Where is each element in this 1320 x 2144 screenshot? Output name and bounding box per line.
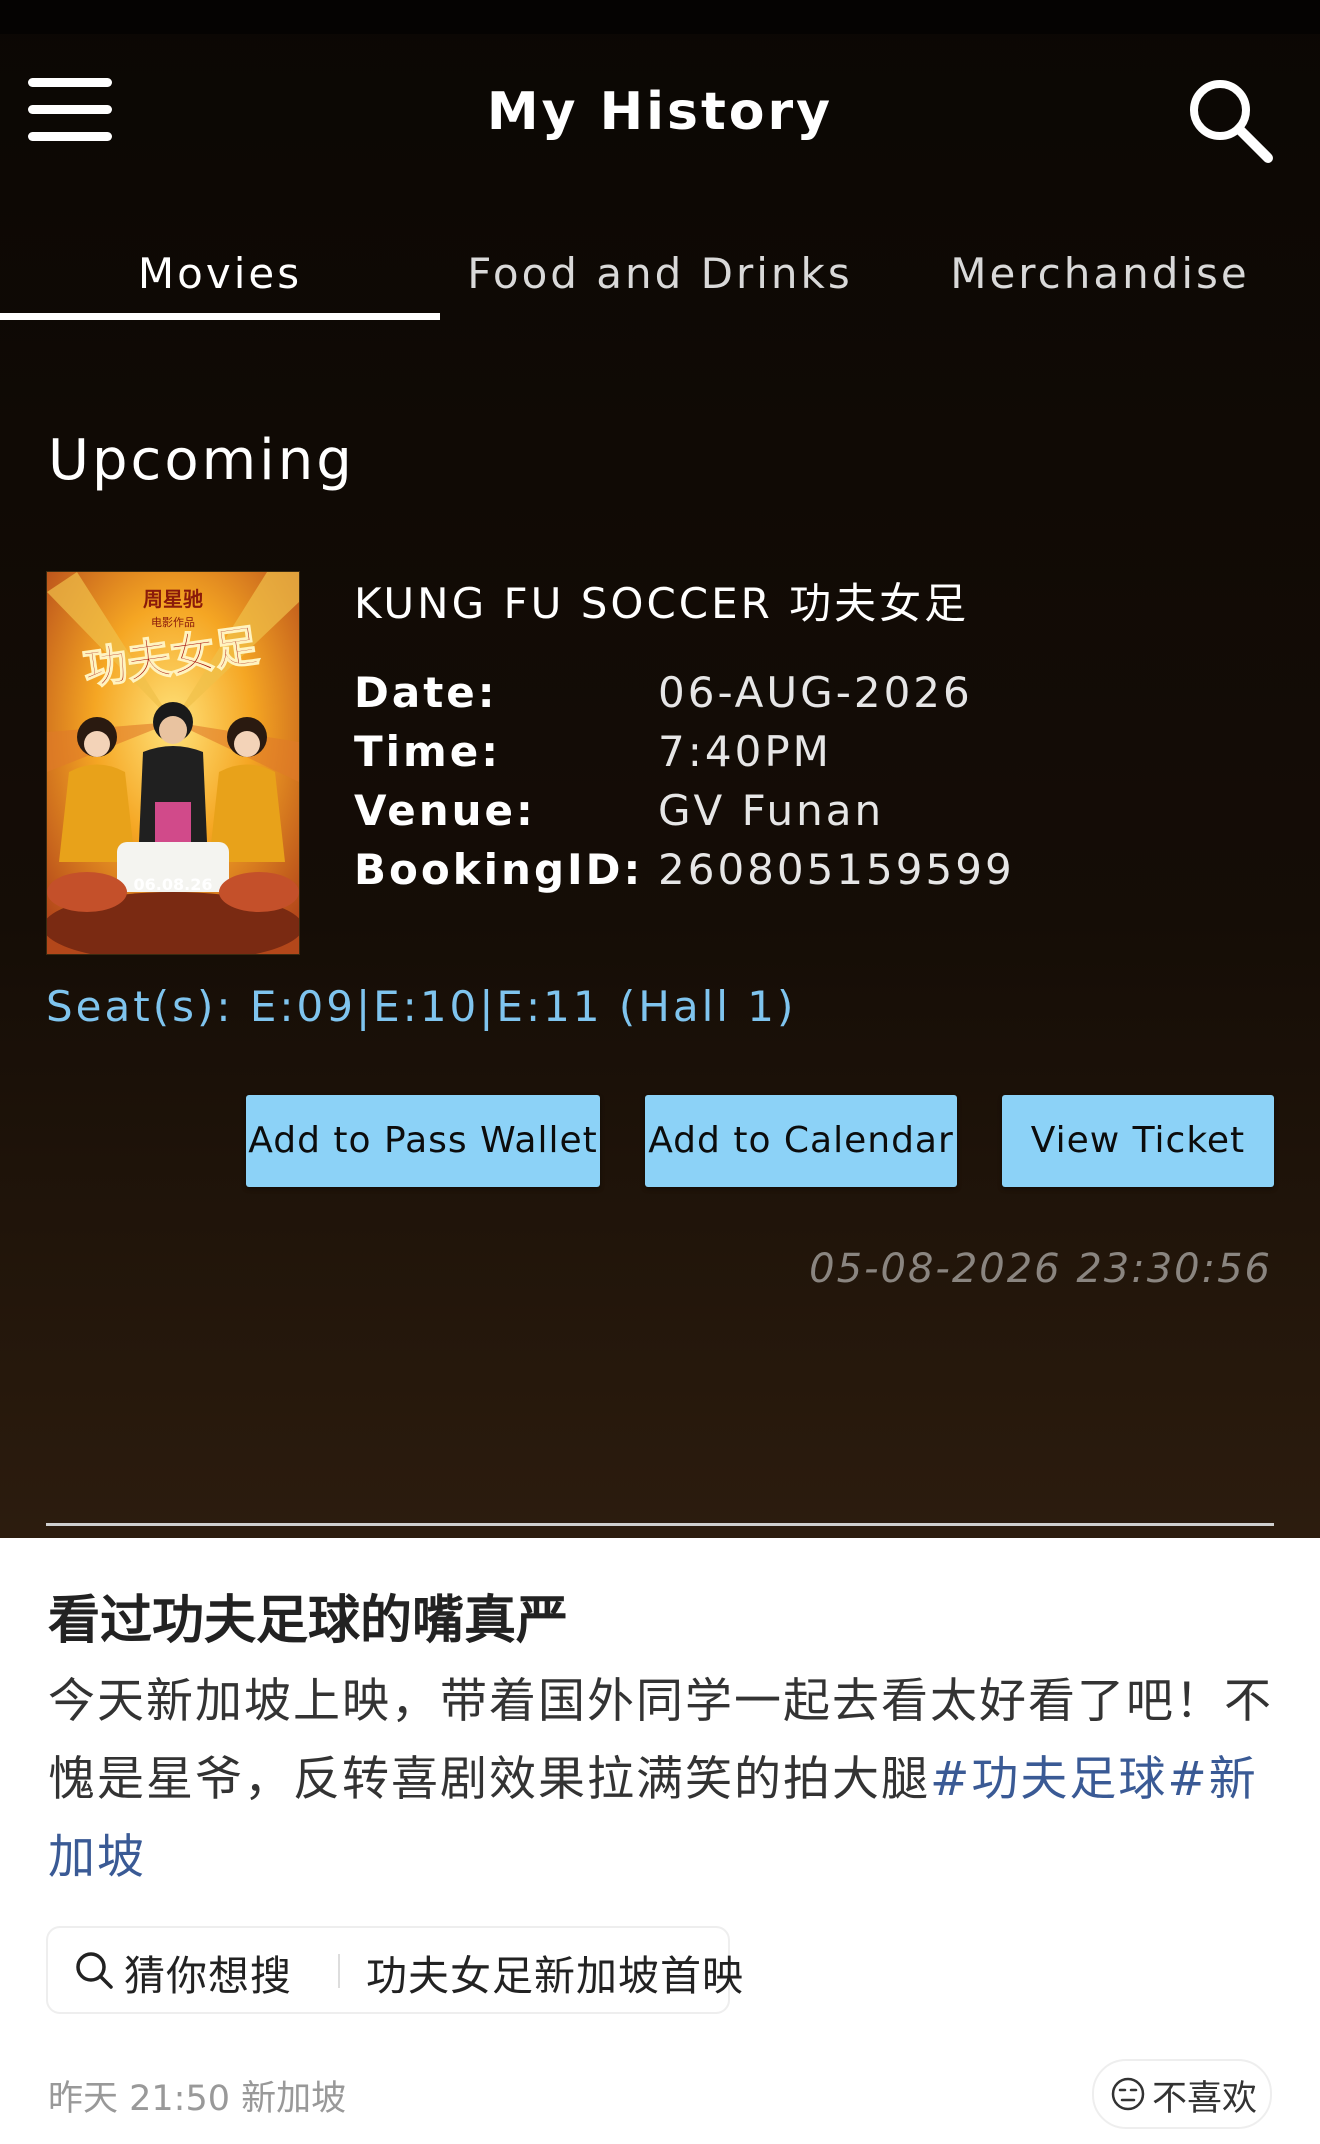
poster-date-text: 06.08.26 [134, 875, 213, 894]
separator [338, 1954, 340, 1988]
tab-food-and-drinks[interactable]: Food and Drinks [440, 244, 880, 304]
section-title-upcoming: Upcoming [48, 428, 355, 493]
dislike-label: 不喜欢 [1152, 2079, 1258, 2119]
add-to-calendar-button[interactable]: Add to Calendar [645, 1095, 957, 1187]
movie-poster[interactable]: 周星驰 电影作品 功夫女足 06.08.26 [46, 571, 300, 955]
hashtag-link[interactable]: #功夫足球# [930, 1752, 1209, 1807]
page-title: My History [486, 82, 834, 142]
app-screenshot: My History Movies Food and Drinks Mercha… [0, 0, 1320, 1538]
venue-value: GV Funan [658, 786, 885, 835]
hamburger-menu-icon[interactable] [28, 78, 112, 142]
suggestion-label: 猜你想搜 [124, 1952, 292, 2000]
dislike-face-icon [1110, 2076, 1146, 2112]
suggestion-query: 功夫女足新加坡首映 [366, 1952, 744, 2000]
search-icon[interactable] [1184, 74, 1276, 166]
date-label: Date: [354, 668, 498, 717]
search-suggestion-chip[interactable]: 猜你想搜 功夫女足新加坡首映 [46, 1926, 743, 2014]
search-icon [74, 1950, 114, 1990]
divider [46, 1523, 1274, 1526]
seats-info: Seat(s): E:09|E:10|E:11 (Hall 1) [46, 982, 797, 1031]
venue-label: Venue: [354, 786, 536, 835]
post-body: 今天新加坡上映，带着国外同学一起去看太好看了吧！不愧是星爷，反转喜剧效果拉满笑的… [48, 1663, 1278, 1897]
add-to-pass-wallet-button[interactable]: Add to Pass Wallet [246, 1095, 600, 1187]
tab-merchandise[interactable]: Merchandise [880, 244, 1320, 304]
movie-title: KUNG FU SOCCER 功夫女足 [354, 579, 970, 628]
active-tab-indicator [0, 313, 440, 320]
view-ticket-button[interactable]: View Ticket [1002, 1095, 1274, 1187]
post-meta: 昨天 21:50 新加坡 [48, 2079, 347, 2119]
booking-timestamp: 05-08-2026 23:30:56 [809, 1246, 1272, 1292]
time-label: Time: [354, 727, 502, 776]
poster-brand-text: 周星驰 [143, 587, 203, 611]
time-value: 7:40PM [658, 727, 832, 776]
poster-brand-sub: 电影作品 [151, 616, 195, 629]
status-bar [0, 0, 1320, 34]
booking-id-label: BookingID: [354, 845, 644, 894]
date-value: 06-AUG-2026 [658, 668, 973, 717]
tab-movies[interactable]: Movies [0, 244, 440, 304]
post-title: 看过功夫足球的嘴真严 [48, 1591, 569, 1651]
dislike-button[interactable]: 不喜欢 [1092, 2059, 1272, 2129]
booking-id-value: 260805159599 [658, 845, 1015, 894]
